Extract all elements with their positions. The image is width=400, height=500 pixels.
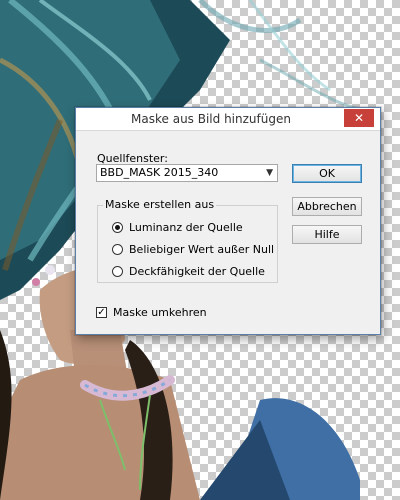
chevron-down-icon: ▼ (266, 168, 273, 178)
radio-any-nonzero[interactable]: Beliebiger Wert außer Null (112, 243, 274, 256)
close-icon: ✕ (353, 111, 365, 125)
radio-opacity-label: Deckfähigkeit der Quelle (129, 265, 265, 278)
mask-from-image-dialog: Maske aus Bild hinzufügen ✕ Quellfenster… (75, 107, 381, 335)
source-window-value: BBD_MASK 2015_340 (100, 166, 219, 179)
invert-mask-option[interactable]: ✓ Maske umkehren (96, 306, 207, 319)
ok-button[interactable]: OK (292, 164, 362, 183)
radio-button[interactable] (112, 266, 123, 277)
invert-mask-label: Maske umkehren (113, 306, 207, 319)
help-button[interactable]: Hilfe (292, 225, 362, 244)
radio-button[interactable] (112, 222, 123, 233)
dialog-title: Maske aus Bild hinzufügen (131, 112, 291, 126)
cancel-button[interactable]: Abbrechen (292, 197, 362, 216)
radio-luminance-label: Luminanz der Quelle (129, 221, 243, 234)
radio-opacity[interactable]: Deckfähigkeit der Quelle (112, 265, 265, 278)
radio-button[interactable] (112, 244, 123, 255)
radio-luminance[interactable]: Luminanz der Quelle (112, 221, 243, 234)
mask-source-group-title: Maske erstellen aus (103, 198, 217, 211)
source-window-select[interactable]: BBD_MASK 2015_340 ▼ (96, 164, 278, 182)
dialog-titlebar[interactable]: Maske aus Bild hinzufügen ✕ (76, 108, 380, 131)
radio-any-nonzero-label: Beliebiger Wert außer Null (129, 243, 275, 256)
invert-mask-checkbox[interactable]: ✓ (96, 307, 107, 318)
close-button[interactable]: ✕ (344, 109, 374, 127)
